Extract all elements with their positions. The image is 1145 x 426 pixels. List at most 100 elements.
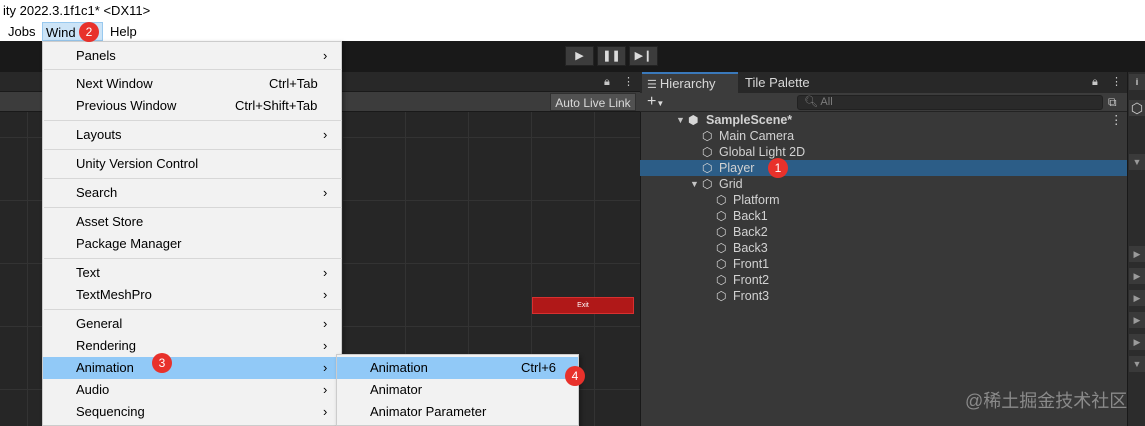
hierarchy-item[interactable]: ⬡ Back3 [640,240,1127,256]
hierarchy-search-input[interactable]: 🔍︎ All [797,95,1103,110]
menu-item-animation[interactable]: Animation › [43,357,341,379]
hierarchy-item-label: Global Light 2D [719,145,806,159]
auto-live-link-button[interactable]: Auto Live Link [550,93,636,111]
gameobject-cube-icon: ⬡ [702,145,713,159]
scene-visibility-icon[interactable]: ⧉ [1108,95,1117,110]
menu-item-label: General [76,316,123,331]
menu-item-shortcut: Ctrl+Tab [269,76,318,91]
more-options-icon[interactable]: ⋮ [623,75,634,88]
submenu-item-animator[interactable]: Animator [337,379,578,401]
menu-jobs[interactable]: Jobs [5,22,38,41]
menu-item-label: Unity Version Control [76,156,199,171]
lock-icon[interactable]: 🔒︎ [604,76,610,89]
hierarchy-tab-icon: ☰ [647,79,660,91]
menu-item-textmeshpro[interactable]: TextMeshPro › [43,284,341,306]
menu-separator [44,309,342,310]
exit-button[interactable]: Exit [532,297,634,314]
scene-options-icon[interactable]: ⋮ [1110,112,1123,128]
submenu-item-animator-parameter[interactable]: Animator Parameter [337,401,578,423]
hierarchy-item[interactable]: ⬡ Main Camera [640,128,1127,144]
pause-button[interactable]: ❚❚ [597,46,626,66]
hierarchy-lock-icon[interactable]: 🔒︎ [1092,76,1098,89]
inspector-cube-icon: ⬡ [1129,100,1145,116]
animation-submenu: Animation Ctrl+6 Animator Animator Param… [336,354,579,426]
submenu-chevron-icon: › [323,316,328,331]
gameobject-cube-icon: ⬡ [716,273,727,287]
menu-item-shortcut: Ctrl+Shift+Tab [235,98,318,113]
menu-separator [44,69,342,70]
menu-item-text[interactable]: Text › [43,262,341,284]
hierarchy-item[interactable]: ▼ ⬡ Grid [640,176,1127,192]
hierarchy-item[interactable]: ⬡ Back1 [640,208,1127,224]
menu-item-package-manager[interactable]: Package Manager [43,233,341,255]
hierarchy-item[interactable]: ⬡ Platform [640,192,1127,208]
hierarchy-options-icon[interactable]: ⋮ [1111,75,1122,88]
menu-item-rendering[interactable]: Rendering › [43,335,341,357]
menu-separator [44,149,342,150]
expand-arrow-icon[interactable]: ▶ [1129,268,1145,284]
menu-item-unity-version-control[interactable]: Unity Version Control [43,153,341,175]
expand-arrow-icon[interactable]: ▶ [1129,246,1145,262]
gameobject-cube-icon: ⬡ [716,209,727,223]
play-button[interactable]: ▶ [565,46,594,66]
menu-item-label: Search [76,185,118,200]
gameobject-cube-icon: ⬡ [716,225,727,239]
expand-arrow-icon[interactable]: ▶ [1129,334,1145,350]
gameobject-cube-icon: ⬡ [716,241,727,255]
step-badge-4: 4 [565,366,585,386]
collapse-arrow-icon[interactable]: ▼ [1129,356,1145,372]
window-title: ity 2022.3.1f1c1* <DX11> [3,3,151,18]
expand-arrow-icon[interactable]: ▼ [676,112,685,128]
info-icon[interactable]: i [1129,74,1145,90]
submenu-chevron-icon: › [323,404,328,419]
menu-item-layouts[interactable]: Layouts › [43,124,341,146]
step-badge-3: 3 [152,353,172,373]
menu-item-label: Previous Window [76,98,177,113]
hierarchy-item-player-selected[interactable]: ⬡ Player [640,160,1127,176]
hierarchy-item[interactable]: ⬡ Global Light 2D [640,144,1127,160]
menu-item-audio[interactable]: Audio › [43,379,341,401]
hierarchy-item-label: Main Camera [719,129,795,143]
hierarchy-item-label: Front2 [733,273,770,287]
menu-separator [44,207,342,208]
expand-arrow-icon[interactable]: ▼ [690,176,699,192]
hierarchy-item-label: Platform [733,193,780,207]
submenu-item-animation[interactable]: Animation Ctrl+6 [337,357,578,379]
gameobject-cube-icon: ⬡ [702,161,713,175]
menu-item-next-window[interactable]: Next Window Ctrl+Tab [43,73,341,95]
menu-item-previous-window[interactable]: Previous Window Ctrl+Shift+Tab [43,95,341,117]
menu-item-label: Animation [370,360,428,375]
menu-item-label: Animator Parameter [370,404,487,419]
menu-item-label: Next Window [76,76,153,91]
step-button[interactable]: ▶❙ [629,46,658,66]
create-plus-button[interactable]: +▼ [647,93,675,111]
expand-arrow-icon[interactable]: ▶ [1129,290,1145,306]
menu-item-label: Sequencing [76,404,145,419]
menu-item-general[interactable]: General › [43,313,341,335]
menu-item-sequencing[interactable]: Sequencing › [43,401,341,423]
tab-hierarchy[interactable]: ☰ Hierarchy [642,72,738,93]
menu-item-label: Package Manager [76,236,182,251]
chevron-down-icon: ▼ [656,99,665,108]
hierarchy-item-label: Player [719,161,755,175]
menu-item-panels[interactable]: Panels › [43,45,341,67]
hierarchy-item[interactable]: ⬡ Front3 [640,288,1127,304]
submenu-chevron-icon: › [323,185,328,200]
hierarchy-item[interactable]: ⬡ Front2 [640,272,1127,288]
scene-name: SampleScene* [706,113,793,127]
scene-row[interactable]: ▼ ⬢ SampleScene* ⋮ [640,112,1127,128]
gameobject-cube-icon: ⬡ [702,177,713,191]
submenu-chevron-icon: › [323,48,328,63]
menu-help[interactable]: Help [107,22,140,41]
gameobject-cube-icon: ⬡ [716,193,727,207]
tab-tile-palette[interactable]: Tile Palette [740,72,840,93]
watermark: @稀土掘金技术社区 [965,391,1128,411]
menu-item-asset-store[interactable]: Asset Store [43,211,341,233]
hierarchy-item[interactable]: ⬡ Front1 [640,256,1127,272]
expand-arrow-icon[interactable]: ▶ [1129,312,1145,328]
hierarchy-item[interactable]: ⬡ Back2 [640,224,1127,240]
submenu-chevron-icon: › [323,360,328,375]
collapse-arrow-icon[interactable]: ▼ [1129,154,1145,170]
menu-item-shortcut: Ctrl+6 [521,360,557,375]
menu-item-search[interactable]: Search › [43,182,341,204]
